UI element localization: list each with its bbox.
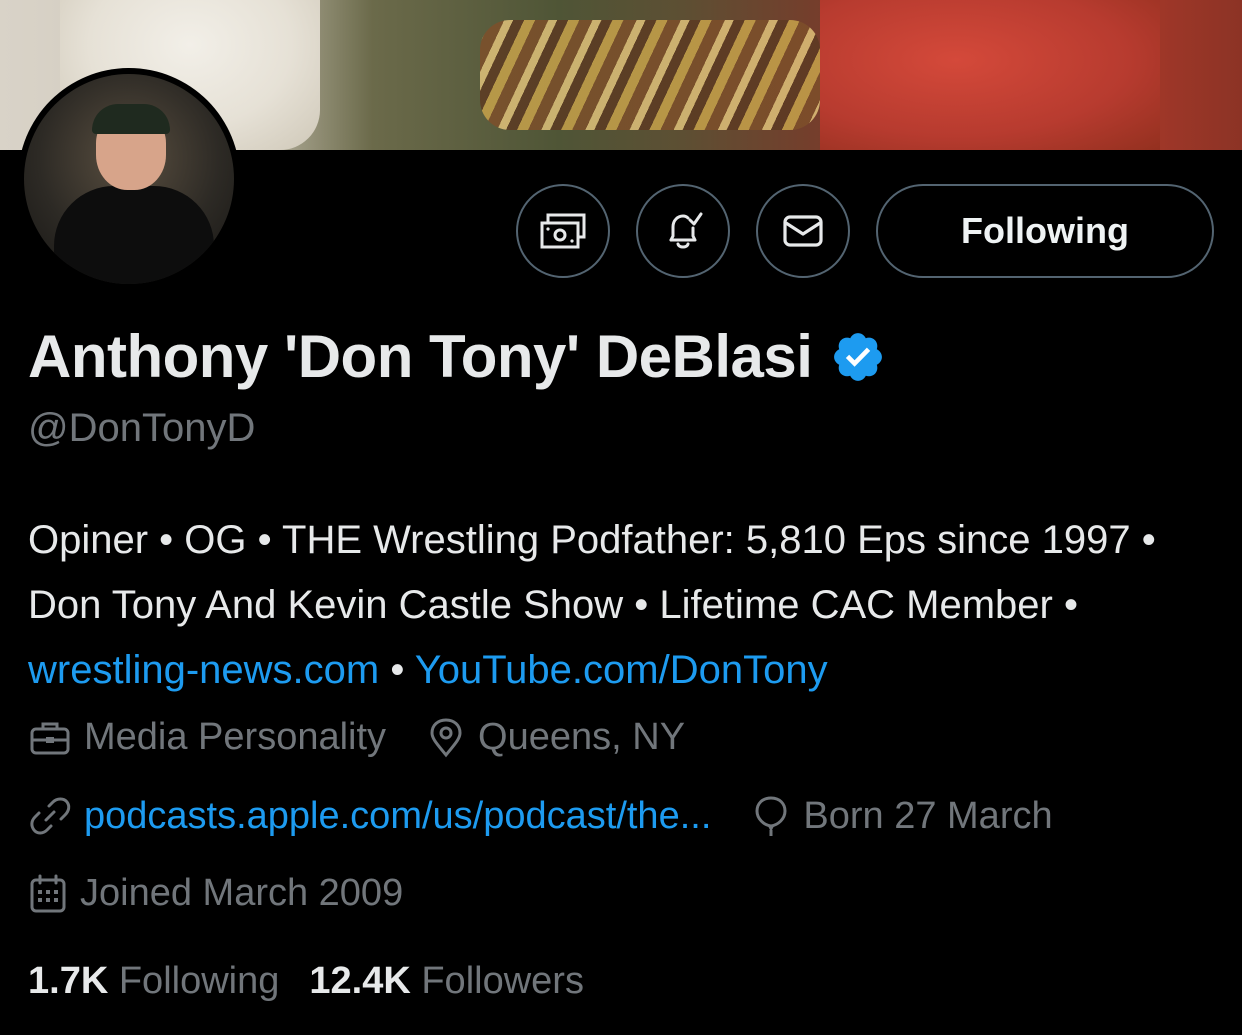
- money-icon: [540, 213, 586, 249]
- balloon-icon: [755, 796, 787, 836]
- subscribe-button[interactable]: [516, 184, 610, 278]
- following-count: 1.7K: [28, 960, 109, 1002]
- meta-birthday: Born 27 March: [751, 794, 1053, 838]
- following-stat[interactable]: 1.7K Following: [28, 960, 279, 1003]
- meta-category: Media Personality: [28, 716, 386, 759]
- following-stat-label: Following: [118, 960, 280, 1002]
- category-label: Media Personality: [84, 716, 387, 758]
- banner-shirt-right: [820, 0, 1160, 150]
- bio-link-youtube[interactable]: YouTube.com/DonTony: [415, 648, 828, 692]
- avatar-photo: [24, 74, 234, 284]
- calendar-icon: [30, 874, 66, 912]
- birthday-label: Born 27 March: [803, 794, 1053, 837]
- profile-avatar[interactable]: [18, 68, 240, 290]
- location-pin-icon: [430, 717, 462, 757]
- verified-badge-icon[interactable]: [830, 329, 886, 385]
- avatar-shirt: [54, 186, 214, 284]
- bio-separator: •: [379, 648, 415, 692]
- link-icon: [30, 797, 71, 835]
- joined-label: Joined March 2009: [80, 872, 404, 914]
- profile-meta-row-1: Media Personality Queens, NY: [28, 716, 725, 759]
- envelope-icon: [783, 215, 823, 247]
- message-button[interactable]: [756, 184, 850, 278]
- profile-meta-row-2: podcasts.apple.com/us/podcast/the... Bor…: [28, 794, 1093, 838]
- meta-website: podcasts.apple.com/us/podcast/the...: [28, 794, 711, 838]
- bell-check-icon: [669, 212, 703, 249]
- bio-text: Opiner • OG • THE Wrestling Podfather: 5…: [28, 518, 1156, 627]
- notifications-button[interactable]: [636, 184, 730, 278]
- location-label: Queens, NY: [478, 716, 686, 758]
- website-link[interactable]: podcasts.apple.com/us/podcast/the...: [84, 795, 711, 838]
- display-name: Anthony 'Don Tony' DeBlasi: [28, 323, 813, 390]
- profile-name-row: Anthony 'Don Tony' DeBlasi: [28, 322, 886, 391]
- briefcase-icon: [30, 722, 70, 754]
- banner-championship-belt: [480, 20, 820, 130]
- profile-stats: 1.7K Following 12.4K Followers: [28, 960, 584, 1003]
- followers-stat[interactable]: 12.4K Followers: [309, 960, 584, 1003]
- avatar-cap: [92, 104, 170, 134]
- profile-actions: [516, 184, 850, 278]
- following-button[interactable]: Following: [876, 184, 1214, 278]
- profile-bio: Opiner • OG • THE Wrestling Podfather: 5…: [28, 508, 1228, 703]
- profile-meta-row-3: Joined March 2009: [28, 872, 443, 915]
- meta-location: Queens, NY: [426, 716, 685, 759]
- meta-joined: Joined March 2009: [28, 872, 403, 915]
- profile-handle: @DonTonyD: [28, 406, 256, 450]
- followers-count: 12.4K: [309, 960, 411, 1002]
- followers-stat-label: Followers: [421, 960, 584, 1002]
- bio-link-wrestling-news[interactable]: wrestling-news.com: [28, 648, 379, 692]
